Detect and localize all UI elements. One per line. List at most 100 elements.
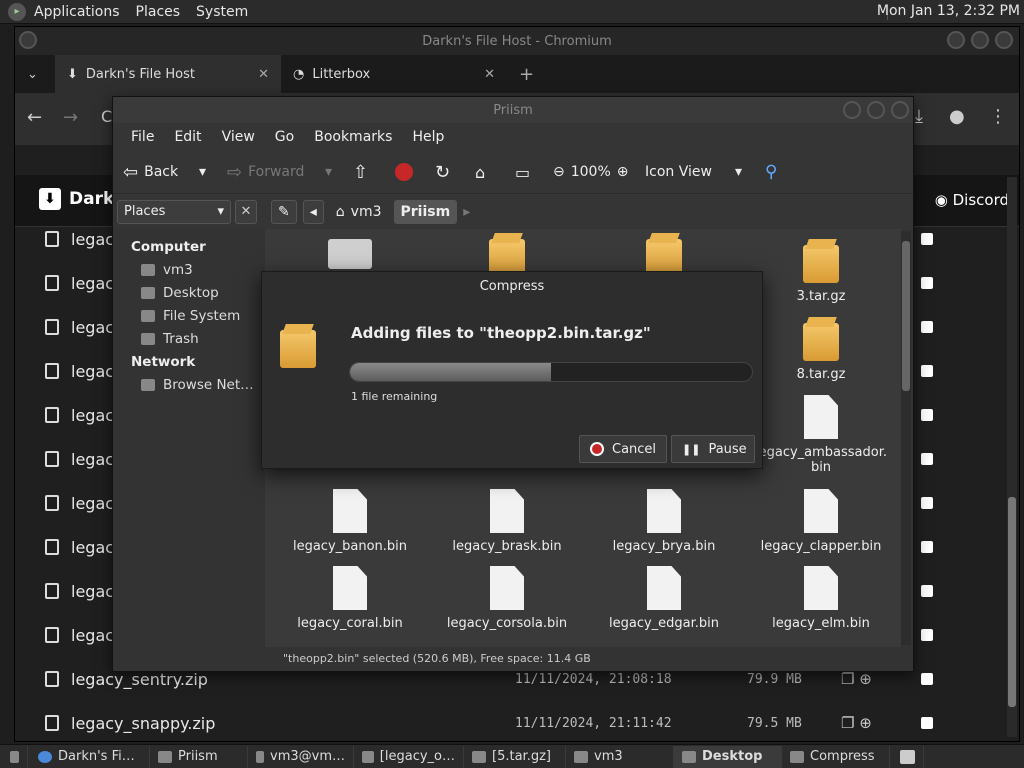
menu-bookmarks[interactable]: Bookmarks [304, 129, 402, 145]
file-item[interactable]: 3.tar.gz [741, 245, 901, 304]
file-item[interactable]: legacy_elm.bin [741, 566, 901, 631]
close-icon[interactable] [891, 101, 909, 119]
sidebar-close-icon[interactable]: ✕ [235, 200, 257, 224]
tab-close-icon[interactable]: ✕ [484, 67, 495, 82]
copy-link-icon[interactable]: ❐ [841, 670, 854, 688]
file-checkbox[interactable] [921, 673, 933, 685]
sidebar-item-desktop[interactable]: Desktop [141, 285, 219, 301]
file-item[interactable]: legacy_coral.bin [270, 566, 430, 631]
menu-help[interactable]: Help [402, 129, 454, 145]
page-scrollbar-thumb[interactable] [1008, 497, 1016, 707]
file-item[interactable]: legacy_ambassador. bin [741, 395, 901, 475]
stop-icon[interactable] [395, 163, 413, 181]
zoom-control[interactable]: ⊖ 100% ⊕ [553, 164, 629, 180]
icon-view-scrollbar[interactable] [901, 231, 911, 645]
file-item[interactable]: 8.tar.gz [741, 323, 901, 382]
address-bar[interactable]: C [101, 107, 112, 126]
file-checkbox[interactable] [921, 629, 933, 641]
file-checkbox[interactable] [921, 277, 933, 289]
task-priism[interactable]: Priism [150, 745, 248, 768]
icon-view-scrollbar-thumb[interactable] [902, 241, 910, 391]
tab-litterbox[interactable]: ◔ Litterbox ✕ [281, 55, 507, 93]
kebab-menu-icon[interactable]: ⋮ [989, 106, 1007, 127]
menu-edit[interactable]: Edit [164, 129, 211, 145]
chromium-titlebar[interactable]: Darkn's File Host - Chromium [15, 27, 1019, 55]
profile-icon[interactable]: ● [949, 106, 965, 127]
breadcrumb-left-icon[interactable]: ◂ [302, 200, 324, 224]
file-checkbox[interactable] [921, 717, 933, 729]
file-item[interactable]: legacy_brask.bin [427, 489, 587, 554]
menu-go[interactable]: Go [265, 129, 304, 145]
file-name[interactable]: legac [71, 318, 114, 337]
breadcrumb-vm3[interactable]: ⌂ vm3 [330, 200, 388, 224]
maximize-icon[interactable] [867, 101, 885, 119]
sidebar-item-browse-network[interactable]: Browse Net… [141, 377, 254, 393]
discord-link[interactable]: ◉ Discord [935, 191, 1009, 209]
task-compress[interactable]: Compress [782, 745, 890, 768]
zoom-out-icon[interactable]: ⊖ [553, 164, 565, 180]
file-item[interactable] [270, 239, 430, 275]
sidebar-item-vm3[interactable]: vm3 [141, 262, 193, 278]
file-name[interactable]: legac [71, 230, 114, 249]
download-circle-icon[interactable]: ⊕ [859, 670, 872, 688]
download-circle-icon[interactable]: ⊕ [859, 714, 872, 732]
workspace-switcher-icon[interactable] [892, 745, 924, 768]
task-5-tar-gz[interactable]: [5.tar.gz] [464, 745, 566, 768]
file-name[interactable]: legac [71, 450, 114, 469]
forward-button[interactable]: ⇨ Forward [227, 162, 304, 183]
breadcrumb-priism[interactable]: Priism [393, 200, 458, 224]
reload-icon[interactable]: ↻ [435, 162, 450, 183]
tab-search-chevron-icon[interactable]: ⌄ [15, 55, 55, 93]
task-legacy[interactable]: [legacy_o… [354, 745, 464, 768]
downloads-icon[interactable]: ⤓ [915, 106, 923, 127]
file-name[interactable]: legacy_snappy.zip [71, 714, 215, 733]
view-mode-dropdown-icon[interactable]: ▾ [735, 164, 742, 180]
up-arrow-icon[interactable]: ⇧ [353, 162, 368, 183]
gnome-foot-icon[interactable]: ▸ [8, 2, 26, 21]
home-icon[interactable]: ⌂ [475, 163, 485, 182]
file-name[interactable]: legac [71, 274, 114, 293]
cancel-button[interactable]: Cancel [579, 435, 668, 463]
page-scrollbar[interactable] [1007, 177, 1017, 737]
menu-applications[interactable]: Applications [26, 4, 128, 20]
pause-button[interactable]: ❚❚ Pause [671, 435, 755, 463]
close-icon[interactable] [995, 31, 1013, 49]
file-checkbox[interactable] [921, 497, 933, 509]
maximize-icon[interactable] [971, 31, 989, 49]
file-name[interactable]: legac [71, 406, 114, 425]
file-name[interactable]: legac [71, 626, 114, 645]
file-checkbox[interactable] [921, 409, 933, 421]
task-terminal[interactable]: vm3@vm… [248, 745, 354, 768]
forward-history-dropdown-icon[interactable]: ▾ [325, 164, 332, 180]
file-name[interactable]: legacy_sentry.zip [71, 670, 208, 689]
back-button[interactable]: ⇦ Back [123, 162, 178, 183]
file-item[interactable]: legacy_corsola.bin [427, 566, 587, 631]
new-tab-button[interactable]: + [507, 55, 546, 93]
file-name[interactable]: legac [71, 582, 114, 601]
sidebar-item-file-system[interactable]: File System [141, 308, 240, 324]
file-item[interactable]: legacy_clapper.bin [741, 489, 901, 554]
file-checkbox[interactable] [921, 541, 933, 553]
task-desktop[interactable]: Desktop [674, 745, 782, 768]
window-menu-icon[interactable] [19, 31, 37, 49]
file-row[interactable]: legacy_snappy.zip 11/11/2024, 21:11:42 79.… [31, 701, 1001, 745]
back-history-dropdown-icon[interactable]: ▾ [199, 164, 206, 180]
priism-titlebar[interactable]: Priism [113, 97, 913, 123]
menu-places[interactable]: Places [128, 4, 189, 20]
panel-clock[interactable]: Mon Jan 13, 2:32 PM [877, 3, 1020, 19]
minimize-icon[interactable] [843, 101, 861, 119]
breadcrumb-right-icon[interactable]: ▸ [463, 204, 470, 220]
show-desktop-icon[interactable] [2, 745, 28, 768]
menu-view[interactable]: View [212, 129, 265, 145]
minimize-icon[interactable] [947, 31, 965, 49]
file-item[interactable]: legacy_brya.bin [584, 489, 744, 554]
file-checkbox[interactable] [921, 233, 933, 245]
file-name[interactable]: legac [71, 362, 114, 381]
file-checkbox[interactable] [921, 453, 933, 465]
file-checkbox[interactable] [921, 585, 933, 597]
view-mode-select[interactable]: Icon View [645, 164, 712, 180]
search-icon[interactable]: ⚲ [765, 162, 777, 182]
menu-file[interactable]: File [121, 129, 164, 145]
tab-close-icon[interactable]: ✕ [258, 67, 269, 82]
computer-icon[interactable]: ▭ [515, 163, 530, 182]
